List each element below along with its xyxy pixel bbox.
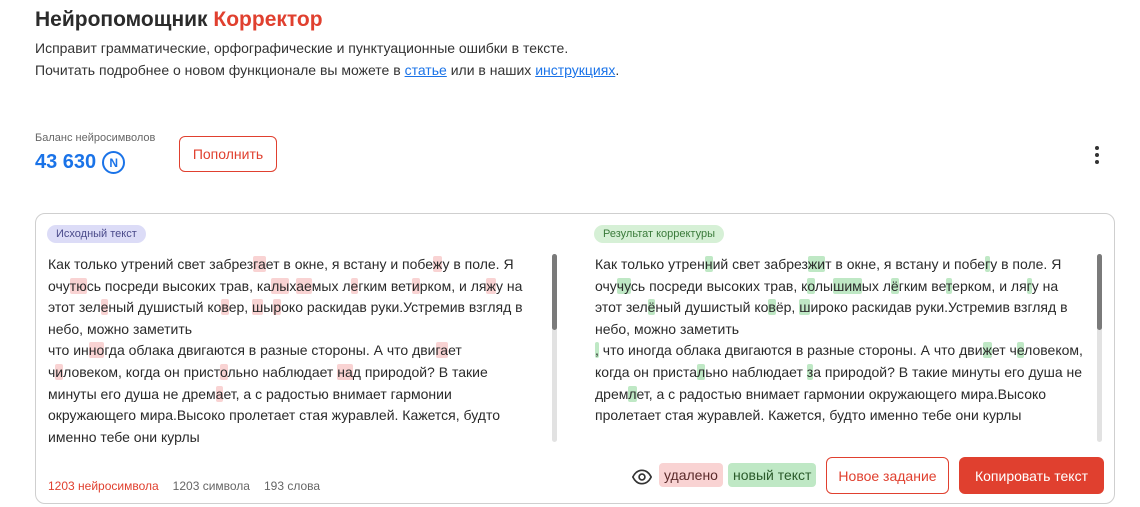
text-fragment: ет ч [991, 342, 1017, 359]
inserted-fragment: л [697, 363, 706, 380]
source-scrollbar[interactable] [552, 254, 557, 330]
article-link[interactable]: статье [405, 62, 447, 78]
text-fragment: ёр, [775, 299, 800, 316]
source-text-tag: Исходный текст [47, 225, 146, 243]
word-count: 193 слова [263, 479, 321, 493]
description-line-2: Почитать подробнее о новом функционале в… [35, 62, 619, 78]
result-text-area[interactable]: Как только утренний свет забрезжит в окн… [595, 254, 1087, 427]
inserted-fragment: ш [799, 299, 811, 316]
new-task-button[interactable]: Новое задание [826, 457, 949, 494]
result-text-tag: Результат корректуры [594, 225, 724, 243]
text-fragment: что ин [48, 342, 89, 359]
balance-label: Баланс нейросимволов [35, 132, 156, 144]
inserted-fragment: в [768, 299, 776, 316]
more-options-icon[interactable] [1088, 144, 1106, 166]
inserted-fragment: ё [890, 277, 899, 294]
deleted-fragment: га [253, 256, 266, 272]
text-fragment: ий свет забрез [712, 256, 808, 272]
text-fragment: рком, и ля [419, 277, 487, 294]
topup-button[interactable]: Пополнить [179, 136, 277, 172]
text-fragment: льно наблюдает [227, 363, 338, 380]
desc-text-mid: или в наших [446, 62, 536, 78]
corrector-panel: Исходный текст Результат корректуры Как … [35, 213, 1115, 504]
text-fragment: что иногда облака двигаются в разные сто… [598, 342, 983, 359]
text-fragment: гким вет [358, 277, 412, 294]
inserted-fragment: о [807, 277, 815, 294]
deleted-fragment: о [220, 363, 228, 380]
inserted-fragment: чу [616, 277, 631, 294]
text-fragment: ный душистый ко [655, 299, 769, 316]
deleted-fragment: но [88, 342, 105, 359]
legend-removed: удалено [659, 463, 723, 487]
eye-icon[interactable] [632, 467, 652, 487]
copy-text-button[interactable]: Копировать текст [959, 457, 1104, 494]
inserted-fragment: ж [982, 342, 992, 359]
desc-text-pre: Почитать подробнее о новом функционале в… [35, 62, 405, 78]
text-fragment: т в окне, я встану и побе [825, 256, 986, 272]
deleted-fragment: лы [271, 277, 290, 294]
balance-amount: 43 630 [35, 151, 97, 173]
legend-new-text: новый текст [728, 463, 817, 487]
source-text: Как только утрений свет забрезгает в окн… [48, 254, 538, 448]
text-fragment: ный душистый ко [108, 299, 222, 316]
deleted-fragment: в [221, 299, 229, 316]
text-fragment: лы [814, 277, 834, 294]
text-fragment: ловеком, когда он прист [63, 363, 221, 380]
text-fragment: Как только утрен [595, 256, 705, 272]
instructions-link[interactable]: инструкциях [535, 62, 615, 78]
text-fragment: ых л [861, 277, 891, 294]
text-fragment: ы [263, 299, 274, 316]
text-fragment: гда облака двигаются в разные стороны. А… [104, 342, 436, 359]
text-fragment: гким ве [898, 277, 946, 294]
symbol-count: 1203 символа [172, 479, 250, 493]
result-text: Как только утренний свет забрезжит в окн… [595, 254, 1087, 427]
deleted-fragment: тю [69, 277, 87, 294]
result-scrollbar[interactable] [1097, 254, 1102, 330]
description-line-1: Исправит грамматические, орфографические… [35, 40, 569, 56]
inserted-fragment: н [704, 256, 713, 272]
text-fragment: ьно наблюдает [705, 363, 807, 380]
inserted-fragment: жи [807, 256, 826, 272]
deleted-fragment: ае [296, 277, 312, 294]
deleted-fragment: ж [486, 277, 496, 294]
deleted-fragment: и [55, 363, 64, 380]
text-stats: 1203 нейросимвола 1203 символа 193 слова [48, 479, 320, 493]
neurosymbol-coin-icon: N [102, 151, 126, 174]
balance-value: 43 630 N [35, 151, 126, 174]
deleted-fragment: ш [252, 299, 264, 316]
text-fragment: мых л [311, 277, 351, 294]
text-fragment: ет, а с радостью внимает гармонии окружа… [595, 385, 1047, 424]
text-fragment: ет в окне, я встану и побе [265, 256, 433, 272]
deleted-fragment: и [411, 277, 420, 294]
text-fragment: сь посреди высоких трав, к [630, 277, 808, 294]
text-fragment: ерком, и ля [952, 277, 1027, 294]
inserted-fragment: л [628, 385, 637, 402]
deleted-fragment: р [273, 299, 282, 316]
deleted-fragment: на [337, 363, 353, 380]
title-main: Нейропомощник [35, 8, 208, 31]
deleted-fragment: ж [432, 256, 443, 272]
inserted-fragment: шим [833, 277, 862, 294]
neurosymbol-count: 1203 нейросимвола [48, 479, 159, 493]
desc-text-post: . [615, 62, 620, 78]
source-text-area[interactable]: Как только утрений свет забрезгает в окн… [48, 254, 538, 448]
title-accent: Корректор [213, 8, 323, 31]
deleted-fragment: га [435, 342, 449, 359]
text-fragment: сь посреди высоких трав, ка [86, 277, 272, 294]
text-fragment: ер, [228, 299, 253, 316]
text-fragment: Как только утрений свет забрез [48, 256, 254, 272]
page-title: Нейропомощник Корректор [35, 8, 323, 32]
